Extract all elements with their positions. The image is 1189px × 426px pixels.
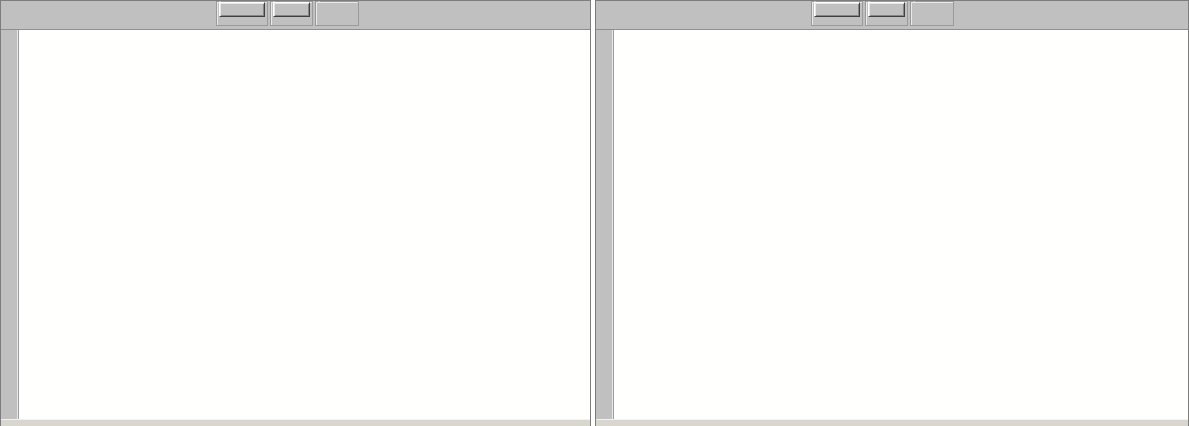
- date-group: [216, 1, 268, 26]
- elapsed-time: [868, 2, 905, 17]
- elapsed-group: [865, 1, 908, 26]
- epoch-counter: [913, 2, 951, 15]
- eeg-panel-right: [595, 0, 1189, 426]
- epoch-counter: [318, 2, 356, 15]
- date-group: [811, 1, 863, 26]
- toolbar: [1, 1, 590, 30]
- epoch-group: [315, 1, 359, 26]
- eeg-plot[interactable]: [18, 30, 318, 180]
- channel-number-gutter: [596, 30, 614, 419]
- channel-number-gutter: [1, 30, 19, 419]
- bottom-strip: [1, 419, 590, 426]
- toolbar: [596, 1, 1188, 30]
- eeg-trace-area: [596, 30, 1188, 419]
- elapsed-time: [273, 2, 310, 17]
- epoch-group: [910, 1, 954, 26]
- eeg-trace-area: [1, 30, 590, 419]
- elapsed-group: [270, 1, 313, 26]
- record-time-button[interactable]: [219, 2, 265, 17]
- eeg-panel-left: [0, 0, 591, 426]
- record-time-button[interactable]: [814, 2, 860, 17]
- eeg-plot[interactable]: [613, 30, 913, 180]
- bottom-strip: [596, 419, 1188, 426]
